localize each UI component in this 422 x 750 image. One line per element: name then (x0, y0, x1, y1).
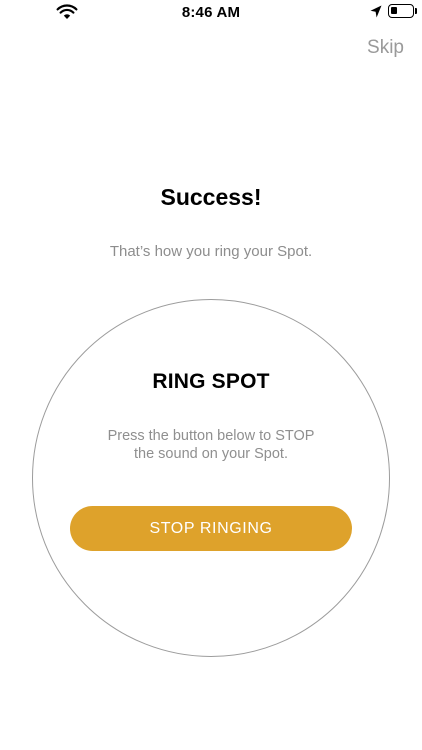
ring-spot-title: RING SPOT (152, 370, 270, 393)
location-arrow-icon (370, 5, 382, 18)
ring-spot-circle (32, 299, 390, 657)
stop-ringing-button[interactable]: STOP RINGING (70, 506, 352, 551)
screen: 8:46 AM Skip Success! That’s how you rin… (0, 0, 422, 750)
battery-level (391, 7, 397, 14)
page-subtitle: That’s how you ring your Spot. (109, 243, 313, 260)
battery-icon (388, 4, 414, 18)
skip-button[interactable]: Skip (367, 37, 404, 59)
status-time: 8:46 AM (181, 4, 241, 21)
description-line-2: the sound on your Spot. (134, 446, 288, 462)
battery-nub (415, 8, 417, 14)
description-line-1: Press the button below to STOP (107, 428, 315, 444)
page-title: Success! (160, 184, 262, 210)
ring-spot-description: Press the button below to STOP the sound… (80, 427, 342, 463)
status-bar: 8:46 AM (0, 0, 422, 26)
